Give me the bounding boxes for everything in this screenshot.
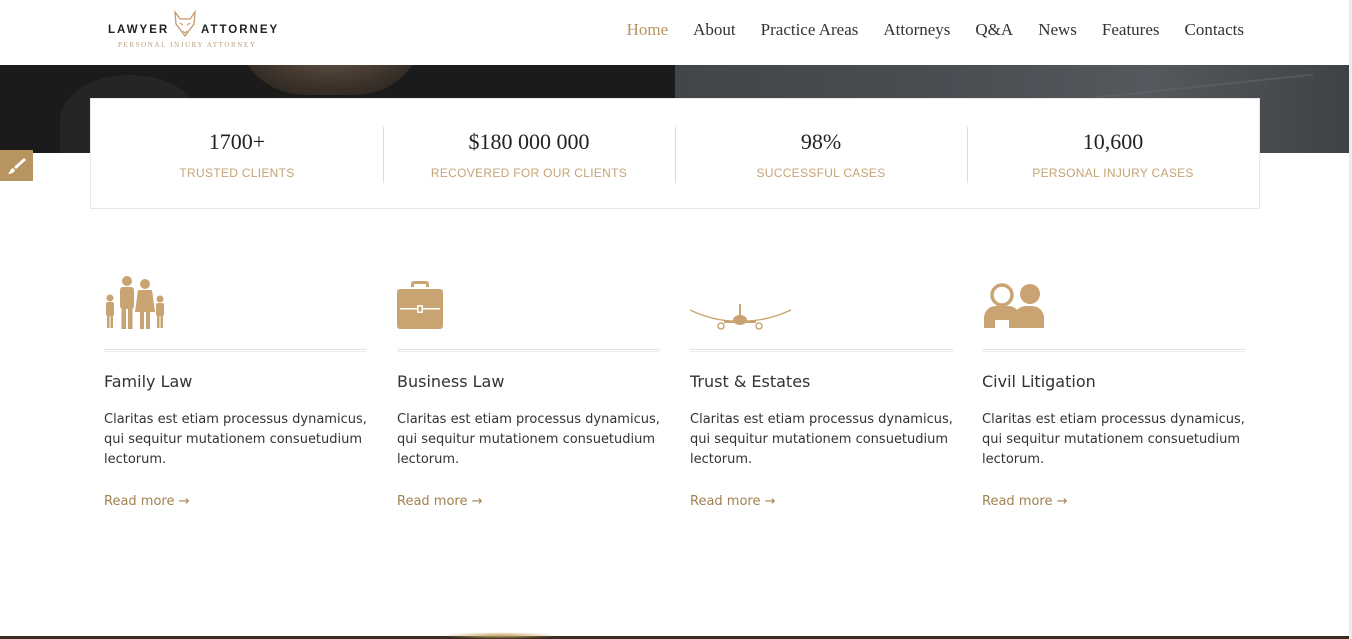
nav-news[interactable]: News — [1038, 20, 1077, 40]
stat-label: RECOVERED FOR OUR CLIENTS — [430, 166, 628, 180]
area-title: Family Law — [104, 372, 193, 391]
area-title: Business Law — [397, 372, 505, 391]
footer-highlight — [440, 632, 560, 639]
stat-item: $180 000 000 RECOVERED FOR OUR CLIENTS — [383, 99, 675, 208]
site-header: LAWYER ATTORNEY PERSONAL INJURY ATTORNEY… — [0, 0, 1352, 65]
paintbrush-icon — [7, 157, 26, 174]
airplane-icon — [690, 304, 792, 330]
divider — [104, 349, 367, 352]
practice-area-business-law: Business Law Claritas est etiam processu… — [397, 270, 660, 520]
style-switcher-tab[interactable] — [0, 150, 33, 181]
people-icon — [984, 283, 1044, 328]
area-description: Claritas est etiam processus dynamicus, … — [982, 412, 1245, 467]
logo-tagline: PERSONAL INJURY ATTORNEY — [118, 41, 257, 49]
nav-features[interactable]: Features — [1102, 20, 1160, 40]
nav-practice-areas[interactable]: Practice Areas — [761, 20, 859, 40]
logo-word-right: ATTORNEY — [201, 24, 280, 36]
nav-home[interactable]: Home — [627, 20, 669, 40]
logo[interactable]: LAWYER ATTORNEY PERSONAL INJURY ATTORNEY — [108, 10, 283, 52]
stat-item: 98% SUCCESSFUL CASES — [675, 99, 967, 208]
practice-area-family-law: Family Law Claritas est etiam processus … — [104, 270, 367, 520]
stat-item: 1700+ TRUSTED CLIENTS — [91, 99, 383, 208]
stat-label: SUCCESSFUL CASES — [756, 166, 886, 180]
read-more-link[interactable]: Read more → — [982, 494, 1068, 509]
divider — [982, 349, 1245, 352]
family-icon — [106, 276, 164, 329]
nav-about[interactable]: About — [693, 20, 736, 40]
stat-value: 1700+ — [208, 129, 266, 154]
nav-qa[interactable]: Q&A — [975, 20, 1013, 40]
area-description: Claritas est etiam processus dynamicus, … — [397, 412, 660, 467]
stats-bar: 1700+ TRUSTED CLIENTS $180 000 000 RECOV… — [90, 98, 1260, 209]
practice-areas: Family Law Claritas est etiam processus … — [104, 270, 1245, 530]
area-title: Trust & Estates — [690, 372, 811, 391]
stat-label: TRUSTED CLIENTS — [179, 166, 295, 180]
read-more-link[interactable]: Read more → — [104, 494, 190, 509]
stat-label: PERSONAL INJURY CASES — [1032, 166, 1194, 180]
read-more-link[interactable]: Read more → — [397, 494, 483, 509]
stat-item: 10,600 PERSONAL INJURY CASES — [967, 99, 1259, 208]
stat-value: 98% — [800, 129, 842, 154]
area-title: Civil Litigation — [982, 372, 1096, 391]
practice-area-civil-litigation: Civil Litigation Claritas est etiam proc… — [982, 270, 1245, 520]
read-more-link[interactable]: Read more → — [690, 494, 776, 509]
fox-icon — [174, 10, 196, 38]
nav-contacts[interactable]: Contacts — [1185, 20, 1245, 40]
area-description: Claritas est etiam processus dynamicus, … — [104, 412, 367, 467]
divider — [397, 349, 660, 352]
stat-value: 10,600 — [1082, 129, 1144, 154]
practice-area-trust-estates: Trust & Estates Claritas est etiam proce… — [690, 270, 953, 520]
main-nav: Home About Practice Areas Attorneys Q&A … — [627, 20, 1244, 40]
briefcase-icon — [397, 281, 443, 329]
area-description: Claritas est etiam processus dynamicus, … — [690, 412, 953, 467]
nav-attorneys[interactable]: Attorneys — [883, 20, 950, 40]
divider — [690, 349, 953, 352]
stat-value: $180 000 000 — [468, 129, 590, 154]
logo-word-left: LAWYER — [108, 24, 170, 36]
